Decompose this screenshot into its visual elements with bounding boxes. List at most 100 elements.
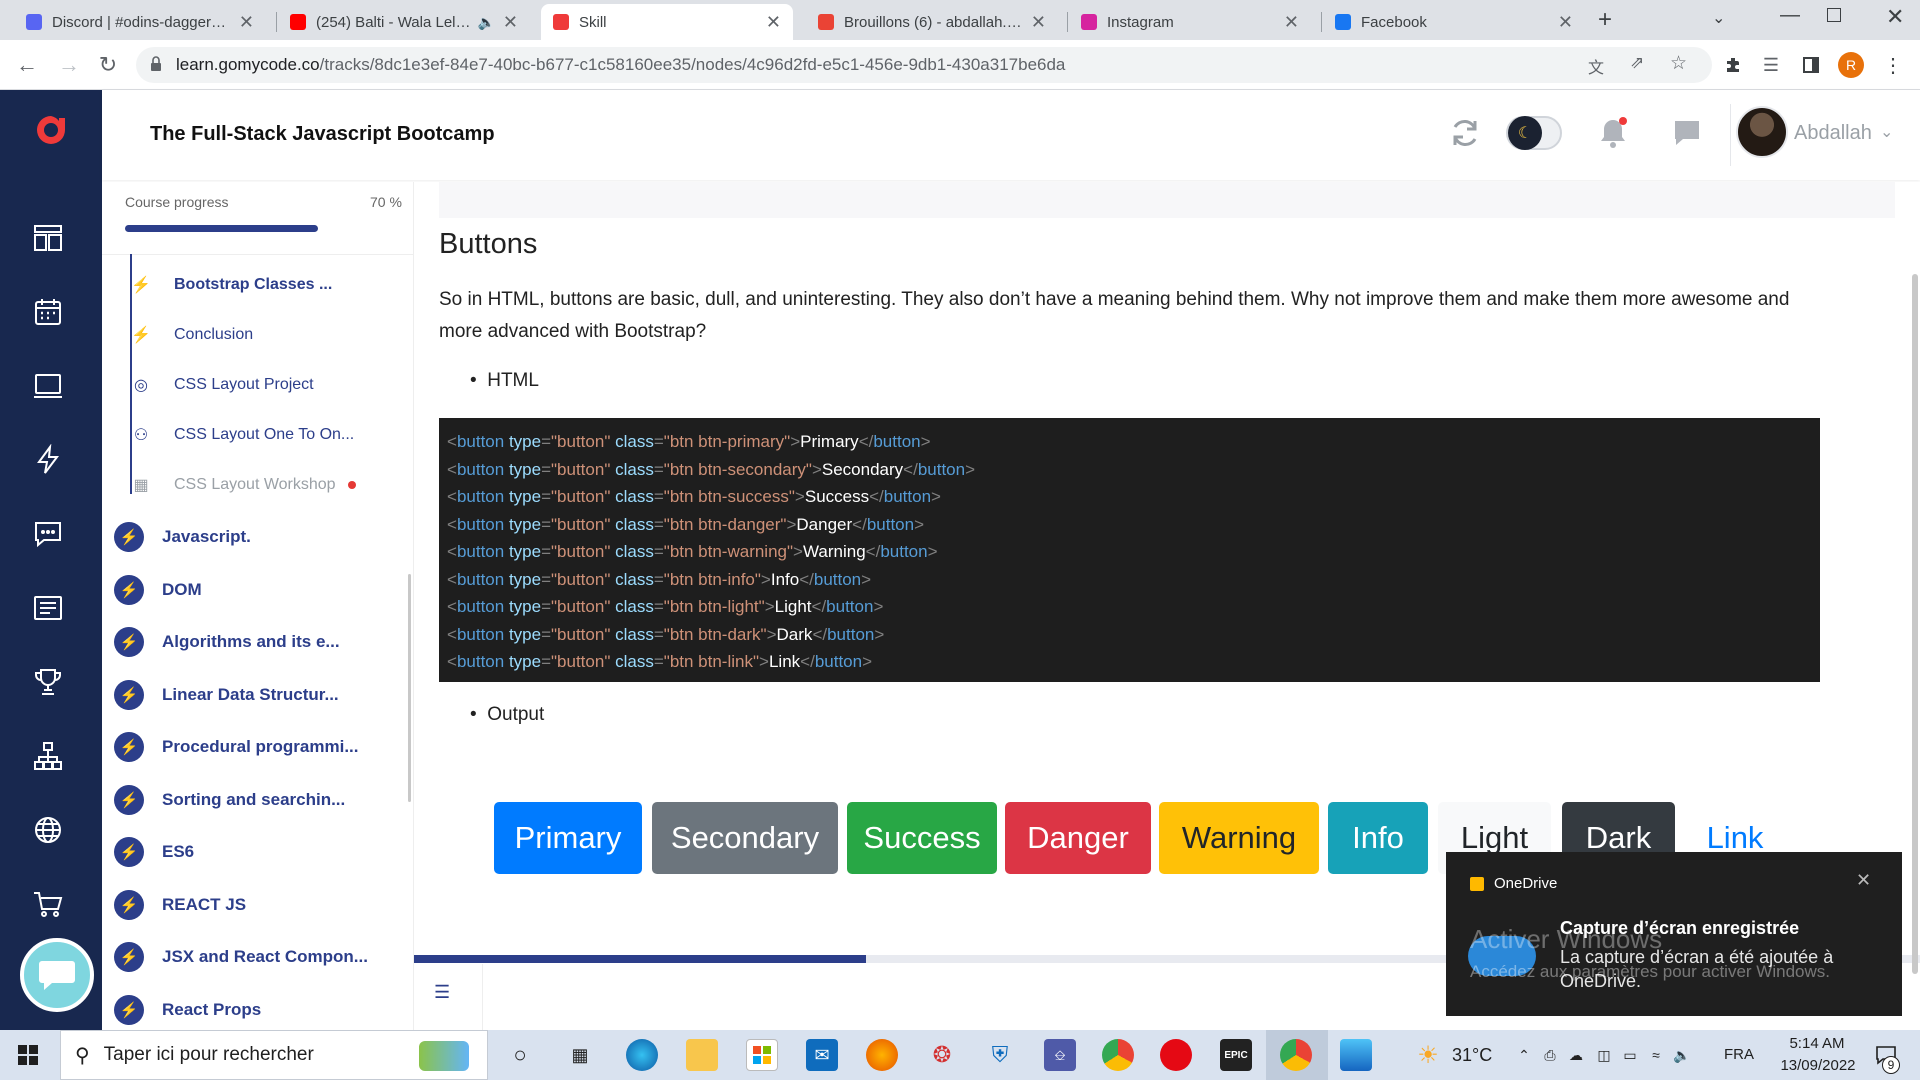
restore-button[interactable] xyxy=(1827,8,1841,22)
volume-icon[interactable]: 🔈 xyxy=(1666,1039,1698,1071)
sidebar-module-item[interactable]: ⚡ Linear Data Structur... xyxy=(114,675,404,715)
browser-tab-facebook[interactable]: Facebook ✕ xyxy=(1323,4,1585,40)
start-windows-icon[interactable] xyxy=(12,1039,44,1071)
security-app-icon[interactable]: ❂ xyxy=(926,1039,958,1071)
bootstrap-info-button[interactable]: Info xyxy=(1328,802,1428,874)
forward-icon[interactable]: → xyxy=(54,50,84,80)
dashboard-icon[interactable] xyxy=(26,216,70,260)
clock-date[interactable]: 13/09/2022 xyxy=(1768,1057,1868,1074)
sidebar-module-item[interactable]: ⚡ Procedural programmi... xyxy=(114,727,404,767)
new-tab-button[interactable]: + xyxy=(1598,6,1612,34)
mail-icon[interactable]: ✉ xyxy=(806,1039,838,1071)
file-explorer-icon[interactable] xyxy=(686,1039,718,1071)
tab-search-icon[interactable]: ⌄ xyxy=(1712,8,1725,28)
chrome-profile-icon[interactable] xyxy=(1280,1039,1312,1071)
cart-icon[interactable] xyxy=(26,882,70,926)
sidebar-lesson-item[interactable]: ⚡ Conclusion xyxy=(130,315,410,355)
hierarchy-icon[interactable] xyxy=(26,734,70,778)
edge-icon[interactable] xyxy=(626,1039,658,1071)
tab-close-icon[interactable]: ✕ xyxy=(1558,12,1573,33)
sidebar-module-item[interactable]: ⚡ Algorithms and its e... xyxy=(114,622,404,662)
chat-icon[interactable] xyxy=(26,512,70,556)
taskbar-search-box[interactable]: ⚲ Taper ici pour rechercher xyxy=(60,1030,488,1080)
bookmark-star-icon[interactable]: ☆ xyxy=(1670,52,1687,75)
input-language[interactable]: FRA xyxy=(1724,1046,1754,1063)
onedrive-notification[interactable]: OneDrive ✕ Capture d’écran enregistrée L… xyxy=(1446,852,1902,1016)
globe-icon[interactable] xyxy=(26,808,70,852)
translate-icon[interactable]: 文 xyxy=(1588,54,1604,78)
sync-icon[interactable] xyxy=(1448,116,1482,150)
bootstrap-primary-button[interactable]: Primary xyxy=(494,802,642,874)
reload-icon[interactable]: ↻ xyxy=(93,50,123,80)
bootstrap-warning-button[interactable]: Warning xyxy=(1159,802,1319,874)
photos-icon[interactable] xyxy=(1340,1039,1372,1071)
table-of-contents-icon[interactable]: ☰ xyxy=(434,982,458,1006)
gomycode-logo[interactable] xyxy=(33,112,69,148)
browser-menu-icon[interactable]: ⋮ xyxy=(1880,52,1906,78)
toast-close-icon[interactable]: ✕ xyxy=(1856,870,1871,891)
sidebar-module-item[interactable]: ⚡ Sorting and searchin... xyxy=(114,780,404,820)
weather-temperature[interactable]: 31°C xyxy=(1452,1045,1492,1066)
extensions-icon[interactable] xyxy=(1720,52,1746,78)
sidebar-module-item[interactable]: ⚡ JSX and React Compon... xyxy=(114,937,404,977)
browser-tab-instagram[interactable]: Instagram ✕ xyxy=(1069,4,1311,40)
share-icon[interactable]: ⇗ xyxy=(1630,53,1644,73)
bootstrap-secondary-button[interactable]: Secondary xyxy=(652,802,838,874)
sidebar-module-item[interactable]: ⚡ React Props xyxy=(114,990,404,1030)
code-class-value: btn btn-dark xyxy=(669,624,761,644)
media-control-icon[interactable]: ☰ xyxy=(1758,52,1784,78)
profile-avatar[interactable]: R xyxy=(1838,52,1864,78)
red-app-icon[interactable] xyxy=(1160,1039,1192,1071)
sidebar-module-item[interactable]: ⚡ ES6 xyxy=(114,832,404,872)
browser-tab-gmail[interactable]: Brouillons (6) - abdallah.lah ✕ xyxy=(806,4,1058,40)
sidebar-module-item[interactable]: ⚡ REACT JS xyxy=(114,885,404,925)
messages-icon[interactable] xyxy=(1672,118,1702,148)
user-name[interactable]: Abdallah xyxy=(1794,122,1872,145)
epic-games-icon[interactable]: EPIC xyxy=(1220,1039,1252,1071)
audio-mute-icon[interactable]: 🔈 xyxy=(477,14,494,31)
clock-time[interactable]: 5:14 AM xyxy=(1780,1035,1854,1052)
tab-close-icon[interactable]: ✕ xyxy=(766,12,781,33)
notifications-bell-icon[interactable] xyxy=(1598,116,1628,150)
weather-sun-icon[interactable]: ☀ xyxy=(1412,1039,1444,1071)
sidebar-module-item[interactable]: ⚡ Javascript. xyxy=(114,517,404,557)
sidebar-lesson-item[interactable]: ◎ CSS Layout Project xyxy=(130,365,410,405)
tab-close-icon[interactable]: ✕ xyxy=(503,12,518,33)
trophy-icon[interactable] xyxy=(26,660,70,704)
tab-close-icon[interactable]: ✕ xyxy=(1031,12,1046,33)
bootstrap-success-button[interactable]: Success xyxy=(847,802,997,874)
dark-mode-toggle[interactable]: ☾ xyxy=(1506,116,1562,150)
back-icon[interactable]: ← xyxy=(12,50,42,80)
sidebar-scrollbar[interactable] xyxy=(408,574,411,802)
minimize-button[interactable]: — xyxy=(1780,4,1800,27)
bootstrap-danger-button[interactable]: Danger xyxy=(1005,802,1151,874)
user-avatar[interactable] xyxy=(1736,106,1788,158)
microsoft-store-icon[interactable] xyxy=(746,1039,778,1071)
sidebar-lesson-item[interactable]: ⚇ CSS Layout One To On... xyxy=(130,415,410,455)
tab-close-icon[interactable]: ✕ xyxy=(1284,12,1299,33)
browser-tab-skill[interactable]: Skill ✕ xyxy=(541,4,793,40)
close-window-button[interactable]: ✕ xyxy=(1886,4,1904,30)
phone-link-icon[interactable]: ⎒ xyxy=(1044,1039,1076,1071)
lock-icon[interactable] xyxy=(150,56,162,71)
firefox-icon[interactable] xyxy=(866,1039,898,1071)
article-icon[interactable] xyxy=(26,586,70,630)
side-panel-icon[interactable] xyxy=(1798,52,1824,78)
chrome-icon[interactable] xyxy=(1102,1039,1134,1071)
laptop-icon[interactable] xyxy=(26,364,70,408)
calendar-icon[interactable] xyxy=(26,290,70,334)
browser-tab-discord[interactable]: Discord | #odins-daggers | C ✕ xyxy=(14,4,266,40)
support-chat-button[interactable] xyxy=(20,938,94,1012)
sidebar-lesson-item[interactable]: ▦ CSS Layout Workshop xyxy=(130,465,410,505)
task-view-icon[interactable]: ▦ xyxy=(564,1039,596,1071)
user-menu-chevron-icon[interactable]: ⌄ xyxy=(1880,122,1893,142)
lightning-icon[interactable] xyxy=(26,438,70,482)
sidebar-lesson-item[interactable]: ⚡ Bootstrap Classes ... xyxy=(130,265,410,305)
content-scrollbar[interactable] xyxy=(1912,274,1918,974)
cortana-icon[interactable]: ○ xyxy=(504,1039,536,1071)
browser-tab-youtube[interactable]: (254) Balti - Wala Lela - 🔈 ✕ xyxy=(278,4,530,40)
tab-close-icon[interactable]: ✕ xyxy=(239,12,254,33)
address-bar[interactable]: learn.gomycode.co/tracks/8dc1e3ef-84e7-4… xyxy=(136,47,1712,83)
defender-shield-icon[interactable]: ⛨ xyxy=(984,1039,1016,1071)
sidebar-module-item[interactable]: ⚡ DOM xyxy=(114,570,404,610)
